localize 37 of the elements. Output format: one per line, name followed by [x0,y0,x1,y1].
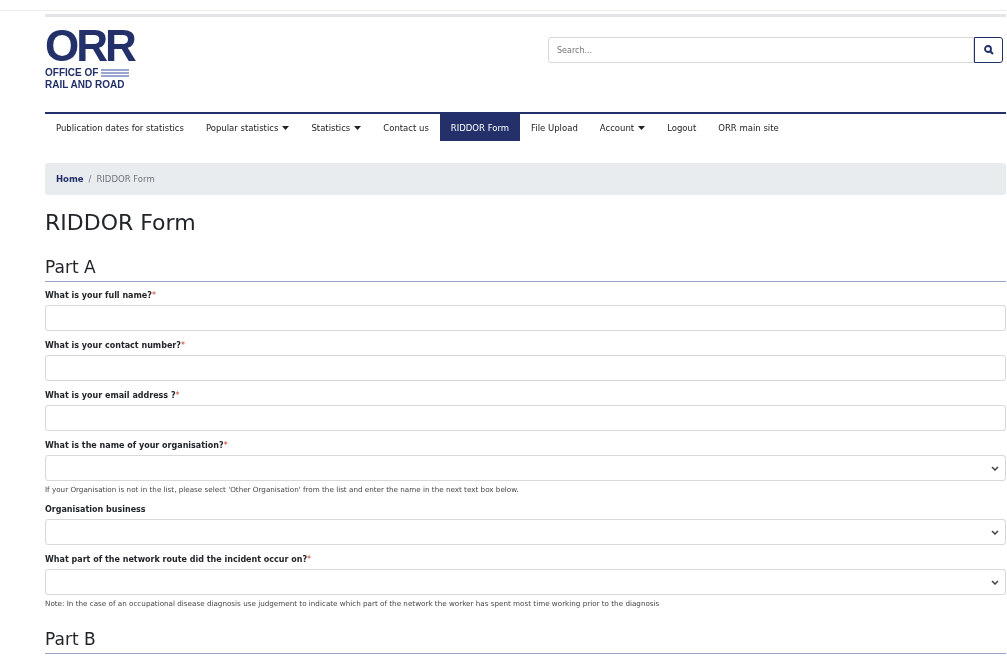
dropdown-field[interactable] [45,569,1006,595]
input-field[interactable] [45,355,1006,381]
breadcrumb-link[interactable]: Home [56,174,84,184]
nav-link[interactable]: Publication dates for statistics [45,114,195,141]
chevron-down-icon [991,529,999,535]
nav-link[interactable]: Contact us [372,114,440,141]
nav-link[interactable]: Logout [656,114,708,141]
nav-link[interactable]: Popular statistics [194,114,301,141]
logo[interactable]: ORR OFFICE OF RAIL AND ROAD [45,25,147,91]
field-label: What part of the network route did the incident occur on?* [45,554,313,566]
chevron-down-icon [991,465,999,471]
breadcrumb-separator: / [88,174,92,184]
dropdown-field[interactable] [45,455,1006,481]
field-label: What is your full name?* [45,290,157,302]
search-button[interactable] [974,37,1003,63]
field-label: What is your contact number?* [45,340,186,352]
section-heading: Part A [45,257,1006,282]
search-icon [983,45,994,55]
field-label: Organisation business [45,504,147,516]
caret-icon [638,125,646,130]
breadcrumb-current: RIDDOR Form [96,174,155,184]
nav-link[interactable]: Account [588,114,657,141]
page-title: RIDDOR Form [45,209,197,237]
input-field[interactable] [45,305,1006,331]
search-field[interactable]: Search... [548,37,974,63]
nav-link[interactable]: File Upload [520,114,589,141]
field-label: What is your email address ?* [45,390,181,402]
nav-link[interactable]: ORR main site [707,114,790,141]
dropdown-field[interactable] [45,519,1006,545]
input-field[interactable] [45,405,1006,431]
caret-icon [282,125,290,130]
nav-link[interactable]: RIDDOR Form [439,114,521,141]
chevron-down-icon [991,579,999,585]
nav-link[interactable]: Statistics [300,114,373,141]
field-label: What is the name of your organisation?* [45,440,229,452]
caret-icon [354,125,362,130]
section-heading: Part B [45,629,1006,654]
